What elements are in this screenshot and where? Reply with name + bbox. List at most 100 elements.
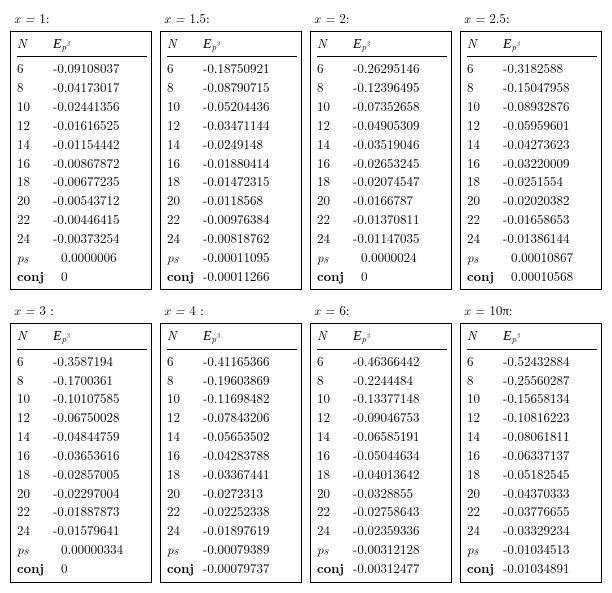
- cell-E: -0.01616525: [51, 116, 147, 135]
- p8-label: p8: [17, 248, 51, 267]
- conj-value: 0: [51, 267, 147, 286]
- header-N: N: [167, 326, 201, 347]
- table-row: 20-0.0118568: [167, 191, 297, 210]
- table-row: 24-0.01147035: [317, 229, 447, 248]
- cell-N: 10: [167, 389, 201, 408]
- header-N: N: [17, 326, 51, 347]
- header-E-base: E: [203, 37, 212, 52]
- table-header: NEp3: [467, 326, 597, 349]
- table-row: 8-0.1700361: [17, 371, 147, 390]
- cell-N: 22: [317, 210, 351, 229]
- header-E: Ep3: [501, 326, 597, 347]
- panel-title: x = 4 :: [164, 300, 302, 319]
- panel-title: x = 2:: [314, 8, 452, 27]
- panel-x-value: 4: [189, 300, 200, 319]
- header-E: Ep3: [51, 34, 147, 55]
- cell-N: 24: [467, 229, 501, 248]
- panel: x = 3 :NEp36-0.35871948-0.170036110-0.10…: [10, 298, 152, 582]
- cell-E: -0.09108037: [51, 59, 147, 78]
- table-row: 16-0.01880414: [167, 154, 297, 173]
- cell-E: -0.05653502: [201, 427, 297, 446]
- cell-N: 16: [317, 446, 351, 465]
- panel-title-suffix: :: [506, 8, 510, 27]
- cell-E: -0.0272313: [201, 484, 297, 503]
- cell-E: -0.03329234: [501, 521, 597, 540]
- conj-row: conj-0.00011266: [167, 267, 297, 286]
- table-row: 22-0.01370811: [317, 210, 447, 229]
- table-row: 18-0.00677235: [17, 172, 147, 191]
- cell-N: 18: [317, 172, 351, 191]
- cell-E: -0.01370811: [351, 210, 447, 229]
- table-row: 14-0.01154442: [17, 135, 147, 154]
- cell-E: -0.1700361: [51, 371, 147, 390]
- conj-value: 0: [51, 559, 147, 578]
- cell-N: 18: [317, 465, 351, 484]
- cell-N: 14: [167, 135, 201, 154]
- cell-E: -0.46366442: [351, 352, 447, 371]
- table-row: 18-0.02857005: [17, 465, 147, 484]
- p8-value: 0.00010867: [501, 248, 597, 267]
- table-row: 24-0.01897619: [167, 521, 297, 540]
- table-row: 20-0.02297004: [17, 484, 147, 503]
- p8-row: p80.0000024: [317, 248, 447, 267]
- table-row: 12-0.06750028: [17, 408, 147, 427]
- cell-N: 6: [167, 352, 201, 371]
- table-row: 6-0.52432884: [467, 352, 597, 371]
- table-row: 24-0.02359336: [317, 521, 447, 540]
- cell-E: -0.04173017: [51, 78, 147, 97]
- cell-N: 22: [167, 210, 201, 229]
- cell-E: -0.01887873: [51, 502, 147, 521]
- panel-title-suffix: :: [50, 300, 54, 319]
- cell-E: -0.01147035: [351, 229, 447, 248]
- cell-N: 14: [467, 135, 501, 154]
- table: NEp36-0.262951468-0.1239649510-0.0735265…: [310, 31, 452, 290]
- p8-label: p8: [167, 248, 201, 267]
- header-E-base: E: [53, 329, 62, 344]
- cell-N: 22: [17, 502, 51, 521]
- cell-E: -0.03519046: [351, 135, 447, 154]
- p8-value: 0.0000006: [51, 248, 147, 267]
- cell-E: -0.3182588: [501, 59, 597, 78]
- p8-label: p8: [467, 540, 501, 559]
- header-E-sub: p3: [62, 332, 70, 345]
- cell-N: 24: [17, 229, 51, 248]
- panel-title: x = 6:: [314, 300, 452, 319]
- cell-N: 14: [317, 427, 351, 446]
- cell-N: 10: [317, 97, 351, 116]
- cell-N: 16: [467, 154, 501, 173]
- table-row: 10-0.10107585: [17, 389, 147, 408]
- cell-E: -0.0251554: [501, 172, 597, 191]
- panel: x = 6:NEp36-0.463664428-0.224448410-0.13…: [310, 298, 452, 582]
- cell-E: -0.0328855: [351, 484, 447, 503]
- cell-E: -0.03653616: [51, 446, 147, 465]
- table-row: 10-0.15658134: [467, 389, 597, 408]
- header-E-sub: p3: [362, 332, 370, 345]
- table-row: 14-0.06585191: [317, 427, 447, 446]
- cell-N: 8: [467, 371, 501, 390]
- header-E-sub: p3: [212, 40, 220, 53]
- cell-E: -0.02441356: [51, 97, 147, 116]
- table-row: 14-0.03519046: [317, 135, 447, 154]
- cell-N: 8: [17, 371, 51, 390]
- p8-row: p80.00010867: [467, 248, 597, 267]
- p8-value: 0.0000024: [351, 248, 447, 267]
- cell-E: -0.05044634: [351, 446, 447, 465]
- p8-row: p80.0000006: [17, 248, 147, 267]
- cell-N: 14: [167, 427, 201, 446]
- header-E-sub: p3: [212, 332, 220, 345]
- panel-title-prefix: x =: [314, 8, 339, 27]
- header-N: N: [317, 326, 351, 347]
- table-row: 14-0.05653502: [167, 427, 297, 446]
- p8-label: p8: [317, 248, 351, 267]
- table-row: 16-0.04283788: [167, 446, 297, 465]
- table-row: 22-0.01658653: [467, 210, 597, 229]
- table-row: 20-0.0166787: [317, 191, 447, 210]
- cell-E: -0.00976384: [201, 210, 297, 229]
- panel-title: x = 1:: [14, 8, 152, 27]
- conj-value: -0.01034891: [501, 559, 597, 578]
- cell-N: 24: [467, 521, 501, 540]
- cell-N: 16: [17, 154, 51, 173]
- table-row: 18-0.02074547: [317, 172, 447, 191]
- cell-N: 22: [467, 210, 501, 229]
- header-E-sub: p3: [512, 332, 520, 345]
